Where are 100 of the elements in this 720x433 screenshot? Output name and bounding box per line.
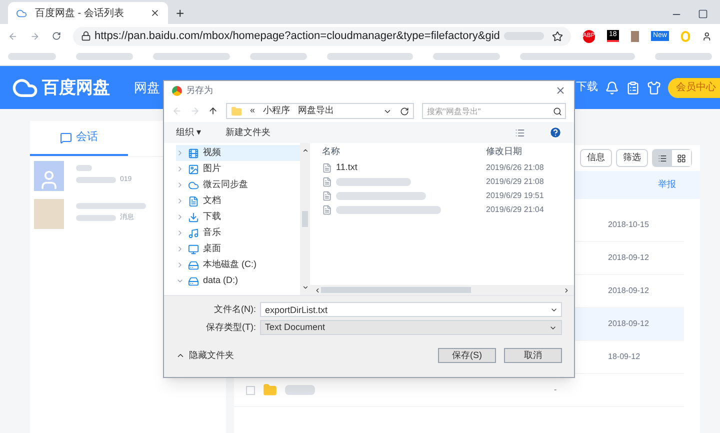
column-header[interactable]: 修改日期 xyxy=(486,145,562,159)
search-field[interactable]: 搜索"网盘导出" xyxy=(422,103,566,119)
file-row[interactable]: 2019/6/29 19:51 xyxy=(310,189,574,203)
tree-item[interactable]: 微云同步盘 xyxy=(176,177,300,193)
chevron-up-icon xyxy=(176,351,185,360)
address-field[interactable]: https://pan.baidu.com/mbox/homepage?action=cloudmanager&type=filefactory&gid xyxy=(72,26,571,46)
field-label: 保存类型(T): xyxy=(205,320,256,334)
cloud-icon xyxy=(16,8,27,18)
chat-icon xyxy=(60,132,72,144)
date-text: 2018-09-12 xyxy=(608,285,650,297)
date-text: 2018-09-12 xyxy=(608,252,650,264)
checkbox[interactable] xyxy=(246,386,255,394)
help-icon[interactable] xyxy=(549,126,562,139)
film-icon xyxy=(188,148,199,158)
modified-date: 2019/6/29 21:08 xyxy=(486,176,545,188)
file-row[interactable]: 2019/6/29 21:04 xyxy=(310,203,574,217)
scrollbar[interactable] xyxy=(300,143,310,295)
tree-item[interactable]: data (D:) xyxy=(176,273,300,289)
list-view-button[interactable] xyxy=(653,150,672,166)
refresh-icon[interactable] xyxy=(400,106,409,116)
modified-date: 2019/6/26 21:08 xyxy=(486,162,545,174)
maximize-icon[interactable] xyxy=(698,9,708,19)
breadcrumb-item[interactable]: 小程序 xyxy=(263,104,290,118)
list-icon xyxy=(658,154,667,162)
new-folder-button[interactable]: 新建文件夹 xyxy=(226,126,271,140)
browser-logo-icon xyxy=(172,86,182,96)
breadcrumb-item[interactable]: 网盘导出 xyxy=(298,104,334,118)
sidebar-tab[interactable]: 会话 xyxy=(30,121,128,156)
music-note-icon xyxy=(188,228,199,238)
tree-item[interactable]: 音乐 xyxy=(176,225,300,241)
save-button[interactable]: 保存(S) xyxy=(438,348,496,363)
search-icon xyxy=(553,107,562,116)
nav-link[interactable]: 下载 xyxy=(576,79,598,96)
tree-item[interactable]: 本地磁盘 (C:) xyxy=(176,257,300,273)
close-icon[interactable] xyxy=(150,8,160,18)
date-text: - xyxy=(554,384,558,396)
bell-icon[interactable] xyxy=(605,80,619,94)
folder-icon xyxy=(263,383,277,397)
chevron-right-icon[interactable] xyxy=(563,286,570,294)
up-icon[interactable] xyxy=(208,106,218,116)
profile-icon[interactable] xyxy=(702,30,712,42)
modified-date: 2019/6/29 21:04 xyxy=(486,204,545,216)
file-row[interactable]: 2019/6/29 21:08 xyxy=(310,175,574,189)
redacted-block xyxy=(76,215,116,222)
breadcrumb-item[interactable]: « xyxy=(250,104,256,118)
picture-icon xyxy=(188,164,199,174)
new-tab-button[interactable]: + xyxy=(168,2,192,24)
toolbar-button[interactable]: 筛选 xyxy=(616,149,648,167)
picture-avatar xyxy=(34,199,64,229)
redacted-block xyxy=(76,165,92,171)
tree-item[interactable]: 下载 xyxy=(176,209,300,225)
date-text: 2018-10-15 xyxy=(608,219,650,231)
nav-link[interactable]: 网盘 xyxy=(134,78,160,98)
dialog-title: 另存为 xyxy=(186,84,213,97)
file-name: 11.txt xyxy=(336,161,358,174)
redacted-block xyxy=(285,385,315,395)
scrollbar-thumb[interactable] xyxy=(302,211,308,227)
hide-folders-button[interactable]: 隐藏文件夹 xyxy=(176,348,234,362)
clipboard-icon[interactable] xyxy=(626,80,640,94)
logo-text: 百度网盘 xyxy=(42,76,110,99)
tree-item[interactable]: 桌面 xyxy=(176,241,300,257)
redacted-block xyxy=(250,53,307,60)
chevron-down-icon[interactable] xyxy=(302,284,308,291)
path-bar[interactable]: « 小程序 网盘导出 xyxy=(226,103,414,119)
tree-item[interactable]: 视频 xyxy=(176,145,300,161)
tree-item[interactable]: 图片 xyxy=(176,161,300,177)
file-icon xyxy=(322,191,332,201)
grid-icon xyxy=(677,154,686,162)
monitor-icon xyxy=(188,244,199,254)
filename-field[interactable]: exportDirList.txt xyxy=(260,302,562,317)
cloud-icon xyxy=(188,180,199,190)
file-row[interactable]: 11.txt 2019/6/26 21:08 xyxy=(310,161,574,175)
redacted-block xyxy=(76,203,146,209)
view-options-icon[interactable] xyxy=(515,128,525,138)
redacted-block xyxy=(76,177,116,184)
file-icon xyxy=(322,205,332,215)
redacted-block xyxy=(654,53,712,60)
horizontal-scrollbar[interactable] xyxy=(310,285,574,295)
chevron-left-icon[interactable] xyxy=(314,286,321,294)
browser-tab[interactable]: 百度网盘 - 会话列表 xyxy=(8,2,168,24)
star-icon[interactable] xyxy=(552,30,563,42)
column-header[interactable]: 名称 xyxy=(322,145,486,159)
extension-icon[interactable] xyxy=(630,30,639,42)
date-text: 18-09-12 xyxy=(608,351,642,363)
file-icon xyxy=(322,177,332,187)
file-type-select[interactable]: Text Document xyxy=(260,320,562,335)
file-icon xyxy=(322,163,332,173)
redacted-block xyxy=(76,53,134,60)
toolbar-button[interactable]: 信息 xyxy=(580,149,612,167)
chevron-up-icon[interactable] xyxy=(302,147,308,154)
field-label: 文件名(N): xyxy=(213,302,256,316)
organize-menu[interactable]: 组织 ▾ xyxy=(176,126,202,140)
date-text: 2018-09-12 xyxy=(608,318,650,330)
cancel-button[interactable]: 取消 xyxy=(504,348,562,363)
chevron-down-icon[interactable] xyxy=(550,306,558,314)
reload-icon[interactable] xyxy=(52,30,60,42)
tree-item[interactable]: 文档 xyxy=(176,193,300,209)
shirt-icon[interactable] xyxy=(647,80,661,94)
redacted-block xyxy=(433,53,500,60)
drive-icon xyxy=(188,260,199,270)
